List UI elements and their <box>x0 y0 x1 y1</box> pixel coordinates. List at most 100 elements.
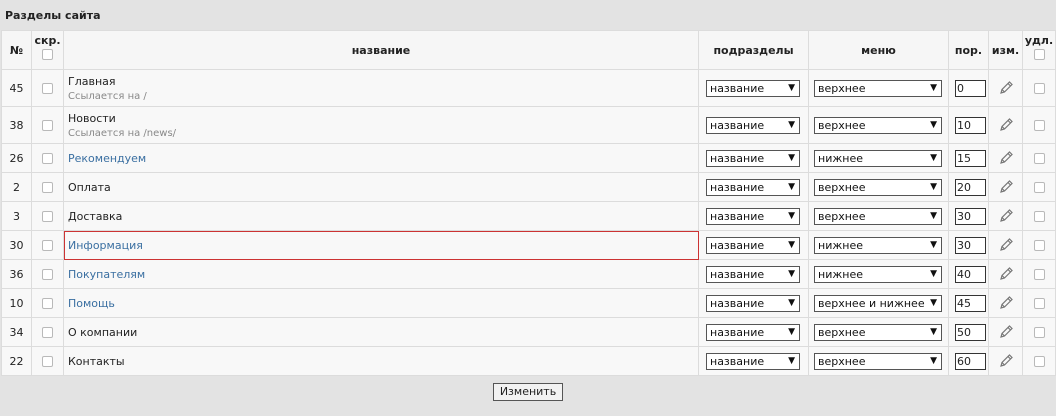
menu-select[interactable]: верхнее ▼ <box>814 207 942 225</box>
delete-checkbox[interactable] <box>1033 119 1045 131</box>
hide-checkbox[interactable] <box>42 268 53 280</box>
row-name-cell[interactable]: Помощь <box>63 288 699 318</box>
pencil-icon[interactable] <box>998 150 1014 166</box>
delete-checkbox[interactable] <box>1033 268 1045 280</box>
subsections-select[interactable]: название ▼ <box>706 236 800 254</box>
row-name-cell[interactable]: О компании <box>63 317 699 347</box>
section-name[interactable]: Доставка <box>68 210 698 223</box>
section-name[interactable]: Покупателям <box>68 268 698 281</box>
pencil-icon[interactable] <box>998 179 1014 195</box>
menu-select[interactable]: верхнее ▼ <box>814 178 942 196</box>
row-name-cell[interactable]: Доставка <box>63 201 699 231</box>
table-row: 2 Оплата название ▼ верхнее ▼ 20 <box>1 172 1056 202</box>
order-input[interactable]: 20 <box>955 178 986 196</box>
delete-checkbox[interactable] <box>1033 82 1045 94</box>
row-menu-cell: нижнее ▼ <box>808 259 949 289</box>
delete-checkbox[interactable] <box>1033 326 1045 338</box>
section-name[interactable]: Информация <box>68 239 698 252</box>
row-name-cell[interactable]: Рекомендуем <box>63 143 699 173</box>
subsections-select[interactable]: название ▼ <box>706 149 800 167</box>
pencil-icon[interactable] <box>998 80 1014 96</box>
order-input[interactable]: 45 <box>955 294 986 312</box>
section-name[interactable]: Новости <box>68 112 698 125</box>
row-name-cell[interactable]: Оплата <box>63 172 699 202</box>
pencil-icon[interactable] <box>998 266 1014 282</box>
section-name[interactable]: Рекомендуем <box>68 152 698 165</box>
pencil-icon[interactable] <box>998 353 1014 369</box>
hide-checkbox[interactable] <box>42 210 53 222</box>
subsections-select[interactable]: название ▼ <box>706 178 800 196</box>
menu-select[interactable]: нижнее ▼ <box>814 265 942 283</box>
subsections-select-value: название <box>710 296 765 310</box>
hide-checkbox[interactable] <box>42 181 53 193</box>
row-name-cell[interactable]: Главная Ссылается на / <box>63 69 699 107</box>
row-id: 22 <box>1 346 32 376</box>
subsections-select[interactable]: название ▼ <box>706 294 800 312</box>
dropdown-arrow-icon: ▼ <box>930 152 937 163</box>
hide-checkbox[interactable] <box>42 152 53 164</box>
hide-checkbox[interactable] <box>42 239 53 251</box>
subsections-select[interactable]: название ▼ <box>706 79 800 97</box>
row-subsections-cell: название ▼ <box>698 201 809 231</box>
pencil-icon[interactable] <box>998 324 1014 340</box>
subsections-select[interactable]: название ▼ <box>706 323 800 341</box>
row-order-cell: 20 <box>948 172 989 202</box>
menu-select[interactable]: нижнее ▼ <box>814 149 942 167</box>
section-name[interactable]: Контакты <box>68 355 698 368</box>
menu-select[interactable]: верхнее и нижнее ▼ <box>814 294 942 312</box>
hide-checkbox[interactable] <box>42 297 53 309</box>
submit-button[interactable]: Изменить <box>492 383 564 401</box>
col-num: № <box>1 30 32 70</box>
menu-select[interactable]: верхнее ▼ <box>814 79 942 97</box>
section-name[interactable]: Главная <box>68 75 698 88</box>
hide-checkbox[interactable] <box>42 82 53 94</box>
order-input[interactable]: 50 <box>955 323 986 341</box>
subsections-select[interactable]: название ▼ <box>706 265 800 283</box>
subsections-select[interactable]: название ▼ <box>706 352 800 370</box>
row-name-cell[interactable]: Контакты <box>63 346 699 376</box>
row-edit-cell <box>988 69 1023 107</box>
order-input[interactable]: 10 <box>955 116 986 134</box>
row-hidden-cell <box>31 230 64 260</box>
order-input[interactable]: 30 <box>955 236 986 254</box>
hide-checkbox[interactable] <box>42 119 53 131</box>
row-name-cell[interactable]: Покупателям <box>63 259 699 289</box>
row-delete-cell <box>1022 259 1056 289</box>
subsections-select[interactable]: название ▼ <box>706 207 800 225</box>
order-input[interactable]: 40 <box>955 265 986 283</box>
subsections-select[interactable]: название ▼ <box>706 116 800 134</box>
delete-checkbox[interactable] <box>1033 355 1045 367</box>
hide-checkbox[interactable] <box>42 355 53 367</box>
section-name[interactable]: Помощь <box>68 297 698 310</box>
delete-checkbox[interactable] <box>1033 239 1045 251</box>
col-subsections: подразделы <box>698 30 809 70</box>
menu-select[interactable]: нижнее ▼ <box>814 236 942 254</box>
order-input[interactable]: 15 <box>955 149 986 167</box>
order-input[interactable]: 0 <box>955 79 986 97</box>
menu-select[interactable]: верхнее ▼ <box>814 116 942 134</box>
hide-checkbox[interactable] <box>42 326 53 338</box>
delete-checkbox[interactable] <box>1033 210 1045 222</box>
menu-select[interactable]: верхнее ▼ <box>814 323 942 341</box>
order-input[interactable]: 60 <box>955 352 986 370</box>
delete-checkbox[interactable] <box>1033 181 1045 193</box>
dropdown-arrow-icon: ▼ <box>930 268 937 279</box>
section-link-target: Ссылается на / <box>68 90 147 102</box>
pencil-icon[interactable] <box>998 295 1014 311</box>
section-name[interactable]: Оплата <box>68 181 698 194</box>
row-order-cell: 45 <box>948 288 989 318</box>
pencil-icon[interactable] <box>998 117 1014 133</box>
hide-all-checkbox[interactable] <box>42 49 53 60</box>
order-input[interactable]: 30 <box>955 207 986 225</box>
delete-checkbox[interactable] <box>1033 297 1045 309</box>
row-name-cell[interactable]: Новости Ссылается на /news/ <box>63 106 699 144</box>
row-name-cell[interactable]: Информация <box>63 230 699 260</box>
section-name[interactable]: О компании <box>68 326 698 339</box>
pencil-icon[interactable] <box>998 237 1014 253</box>
row-edit-cell <box>988 317 1023 347</box>
menu-select[interactable]: верхнее ▼ <box>814 352 942 370</box>
pencil-icon[interactable] <box>998 208 1014 224</box>
dropdown-arrow-icon: ▼ <box>788 355 795 366</box>
delete-checkbox[interactable] <box>1033 152 1045 164</box>
delete-all-checkbox[interactable] <box>1033 49 1045 60</box>
